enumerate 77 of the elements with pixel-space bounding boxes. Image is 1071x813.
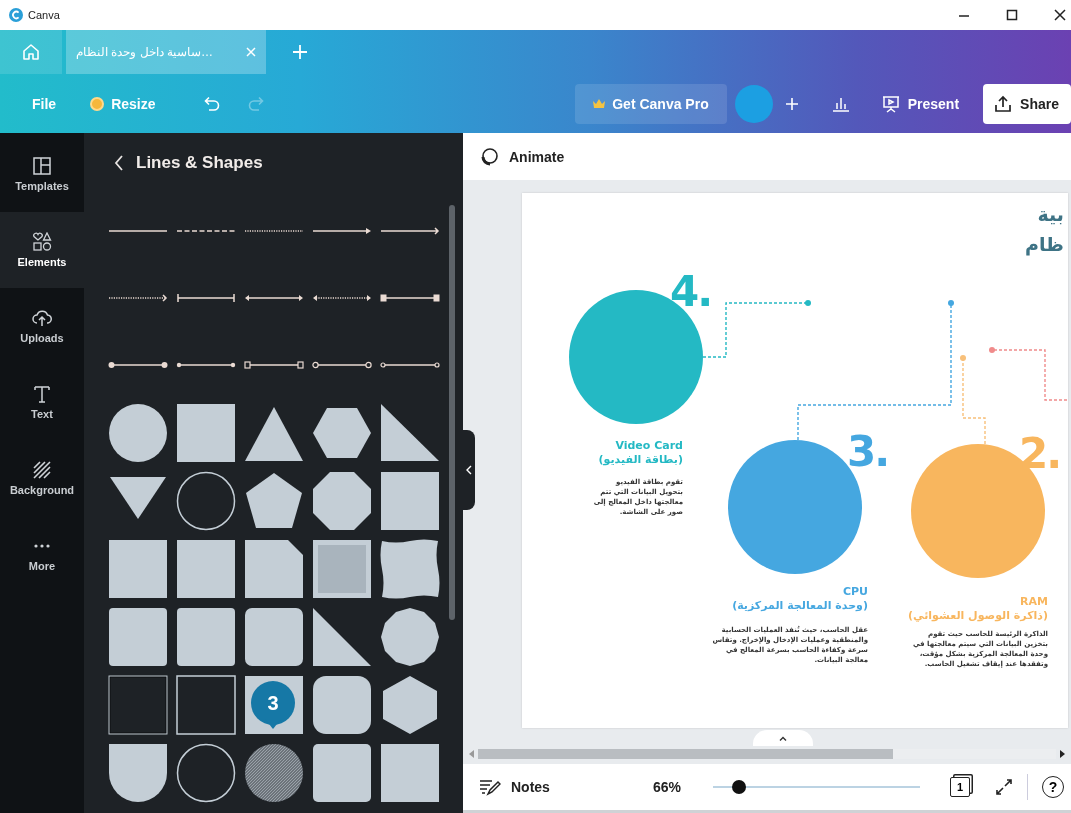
text-icon <box>32 384 52 404</box>
right-triangle-shape-icon[interactable] <box>312 607 372 667</box>
fullscreen-icon[interactable] <box>994 778 1013 796</box>
dotted-arrow-line-icon[interactable] <box>108 291 168 304</box>
rounded-square-shape-icon[interactable] <box>176 607 236 667</box>
share-icon <box>993 93 1014 114</box>
plus-icon <box>784 96 799 111</box>
item-subheading: (وحدة المعالجة المركزية) <box>732 599 868 613</box>
step-number: 3. <box>847 431 889 473</box>
circle-outline-shape-icon[interactable] <box>176 743 236 803</box>
pentagon-shape-icon[interactable] <box>244 471 304 531</box>
item-subheading: (ذاكرة الوصول العشوائي) <box>908 609 1048 623</box>
back-icon[interactable] <box>114 155 124 171</box>
square-shape-icon[interactable] <box>380 743 440 803</box>
right-triangle-shape-icon[interactable] <box>380 403 440 463</box>
square-shape-icon[interactable] <box>176 539 236 599</box>
zoom-percentage: 66% <box>652 779 681 795</box>
rounded-square-shape-icon[interactable] <box>312 743 372 803</box>
slide-title: ظام <box>1025 232 1064 258</box>
sidebar-item[interactable]: Text <box>0 364 84 440</box>
caret-icon <box>779 735 787 741</box>
item-heading: Video Card <box>615 439 683 453</box>
collapse-panel-handle[interactable] <box>463 430 475 510</box>
cloud-upload-icon <box>32 308 52 328</box>
hexagon-shape-icon[interactable] <box>380 675 440 735</box>
dodecagon-shape-icon[interactable] <box>380 607 440 667</box>
upgrade-button[interactable]: Get Canva Pro <box>575 83 727 124</box>
square-shape-icon[interactable] <box>380 471 440 531</box>
scrollbar-thumb[interactable] <box>449 205 455 620</box>
square-shape-icon[interactable] <box>176 403 236 463</box>
panel-title: Lines & Shapes <box>136 153 263 173</box>
step-number: 4. <box>670 271 712 313</box>
animate-icon[interactable] <box>479 146 499 167</box>
home-icon <box>21 42 41 62</box>
folded-corner-shape-icon[interactable] <box>244 539 304 599</box>
crown-icon <box>593 98 606 109</box>
shield-shape-icon[interactable] <box>108 743 168 803</box>
bevel-square-shape-icon[interactable] <box>312 539 372 599</box>
sidebar-item[interactable]: Elements <box>0 212 84 288</box>
sidebar-item[interactable]: Background <box>0 440 84 516</box>
slide-title: بية <box>1037 202 1064 227</box>
presentation-screen-icon <box>880 93 901 114</box>
notes-icon[interactable] <box>479 778 501 796</box>
item-subheading: (بطاقة الفيديو) <box>598 453 683 467</box>
rounded-square-shape-icon[interactable] <box>244 607 304 667</box>
notes-button[interactable]: Notes <box>511 779 550 795</box>
rounded-square-shape-icon[interactable] <box>108 607 168 667</box>
circle-shape-icon[interactable] <box>108 403 168 463</box>
sidebar-item[interactable]: Templates <box>0 136 84 212</box>
templates-icon <box>32 156 52 176</box>
animate-button[interactable]: Animate <box>509 148 565 165</box>
octagon-shape-icon[interactable] <box>312 471 372 531</box>
circle-outline-shape-icon[interactable] <box>176 471 236 531</box>
shapes-icon <box>32 232 52 252</box>
bar-end-line-icon[interactable] <box>176 291 236 304</box>
sidebar-item[interactable]: Uploads <box>0 288 84 364</box>
scroll-right-icon[interactable] <box>1060 750 1065 758</box>
square-outline-shape-icon[interactable] <box>108 675 168 735</box>
chevron-icon <box>466 465 472 475</box>
window-title: Canva <box>28 9 60 21</box>
scrollbar-thumb[interactable] <box>478 749 893 759</box>
rounded-square-shape-icon[interactable] <box>312 675 372 735</box>
square-shape-icon[interactable] <box>108 539 168 599</box>
square-end-line-icon[interactable] <box>244 358 304 371</box>
more-icon <box>34 544 50 548</box>
share-button[interactable]: Share <box>983 83 1071 124</box>
new-tab-icon[interactable] <box>292 44 308 60</box>
item-heading: CPU <box>842 585 868 599</box>
hatched-circle-shape-icon[interactable] <box>244 743 304 803</box>
wavy-square-shape-icon[interactable] <box>380 539 440 599</box>
item-heading: RAM <box>1020 595 1048 609</box>
app-logo-icon <box>9 8 23 22</box>
present-button[interactable]: Present <box>868 83 972 124</box>
avatar <box>734 84 773 123</box>
page-count-button[interactable]: 1 <box>949 777 970 797</box>
arrow-line-icon[interactable] <box>380 224 440 237</box>
sidebar-item[interactable]: More <box>0 516 84 592</box>
